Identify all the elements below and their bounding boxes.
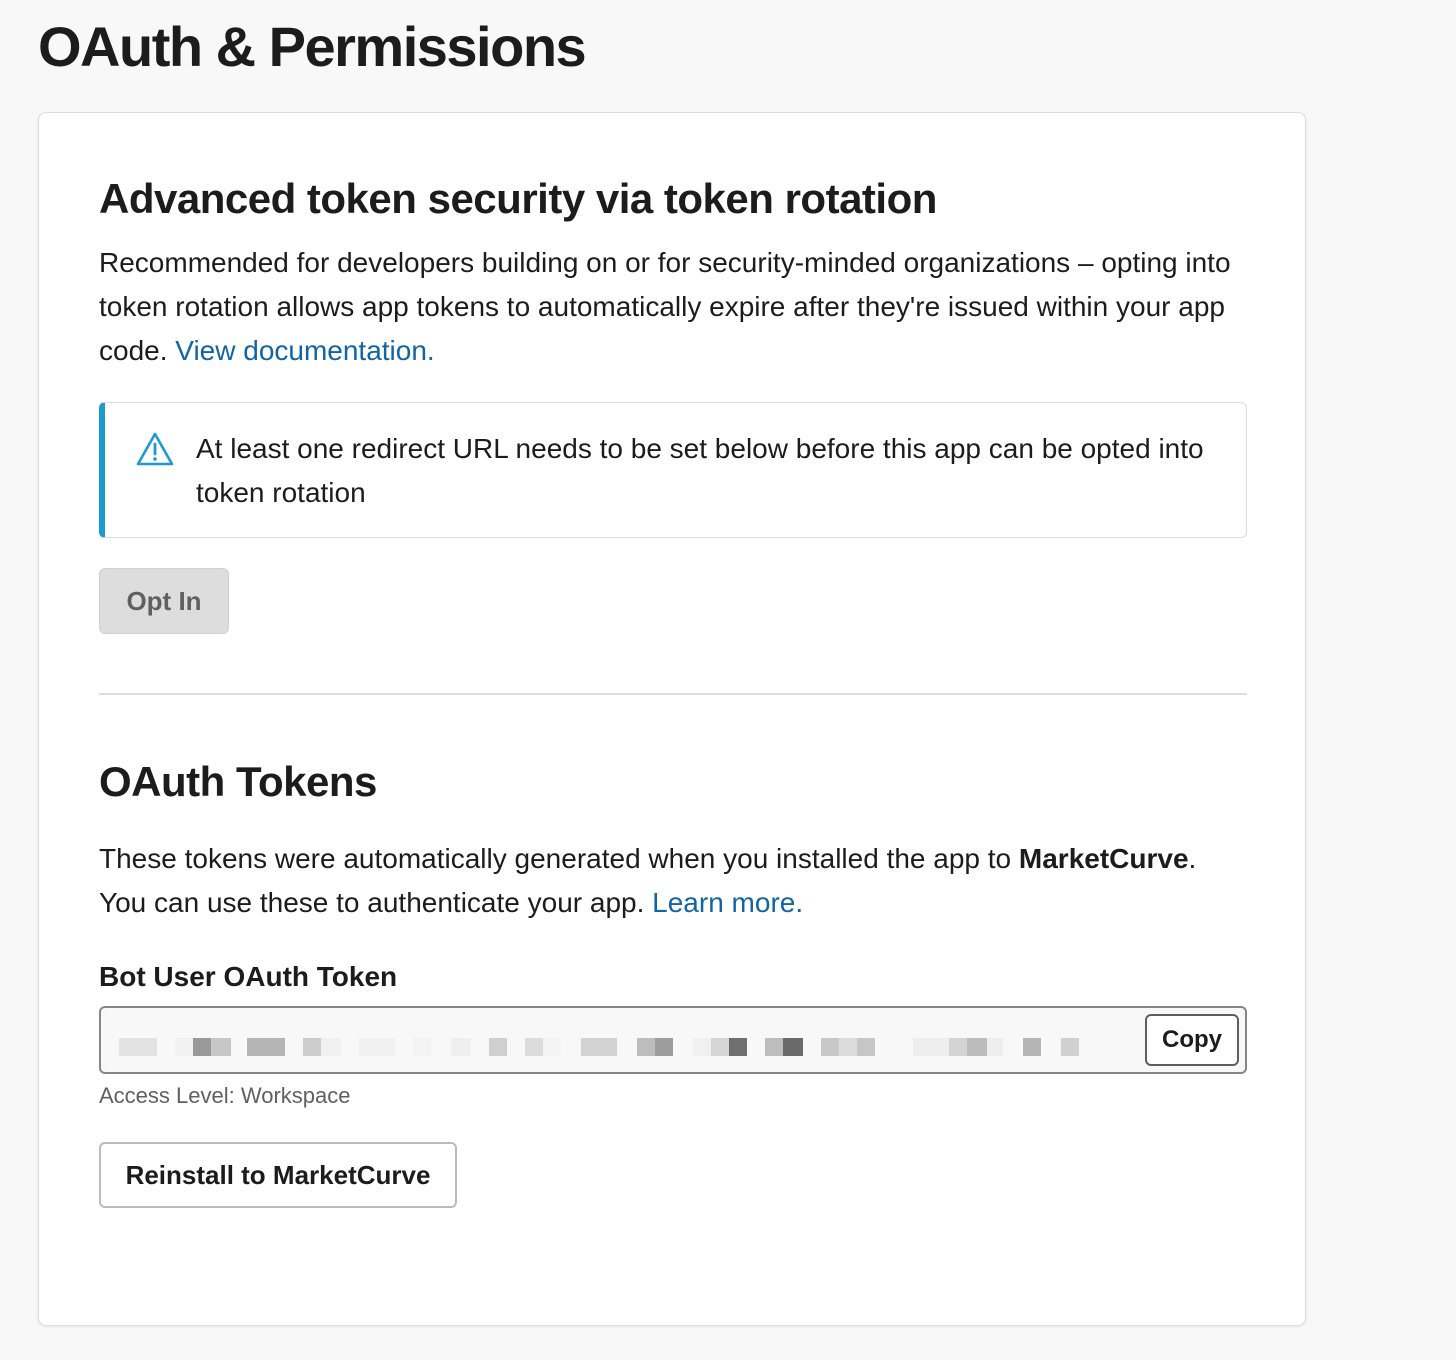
opt-in-button[interactable]: Opt In: [99, 568, 229, 634]
bot-token-field[interactable]: Copy: [99, 1006, 1247, 1074]
token-rotation-description: Recommended for developers building on o…: [99, 241, 1239, 373]
token-rotation-title: Advanced token security via token rotati…: [99, 175, 937, 222]
redacted-token-value: [119, 1038, 1089, 1056]
learn-more-link[interactable]: Learn more.: [652, 887, 803, 918]
section-divider: [99, 693, 1247, 695]
view-documentation-link[interactable]: View documentation.: [175, 335, 434, 366]
oauth-tokens-description: These tokens were automatically generate…: [99, 837, 1239, 925]
reinstall-button[interactable]: Reinstall to MarketCurve: [99, 1142, 457, 1208]
workspace-name: MarketCurve: [1018, 843, 1189, 874]
page-title: OAuth & Permissions: [38, 15, 587, 78]
access-level-text: Access Level: Workspace: [99, 1083, 351, 1108]
bot-token-label: Bot User OAuth Token: [99, 961, 398, 992]
warning-triangle-icon: [136, 432, 174, 466]
oauth-tokens-title: OAuth Tokens: [99, 758, 377, 805]
copy-button[interactable]: Copy: [1145, 1014, 1239, 1066]
settings-card: Advanced token security via token rotati…: [38, 112, 1306, 1326]
oauth-tokens-description-prefix: These tokens were automatically generate…: [99, 843, 1012, 874]
redirect-url-warning: At least one redirect URL needs to be se…: [99, 402, 1247, 538]
warning-text: At least one redirect URL needs to be se…: [196, 433, 1204, 508]
